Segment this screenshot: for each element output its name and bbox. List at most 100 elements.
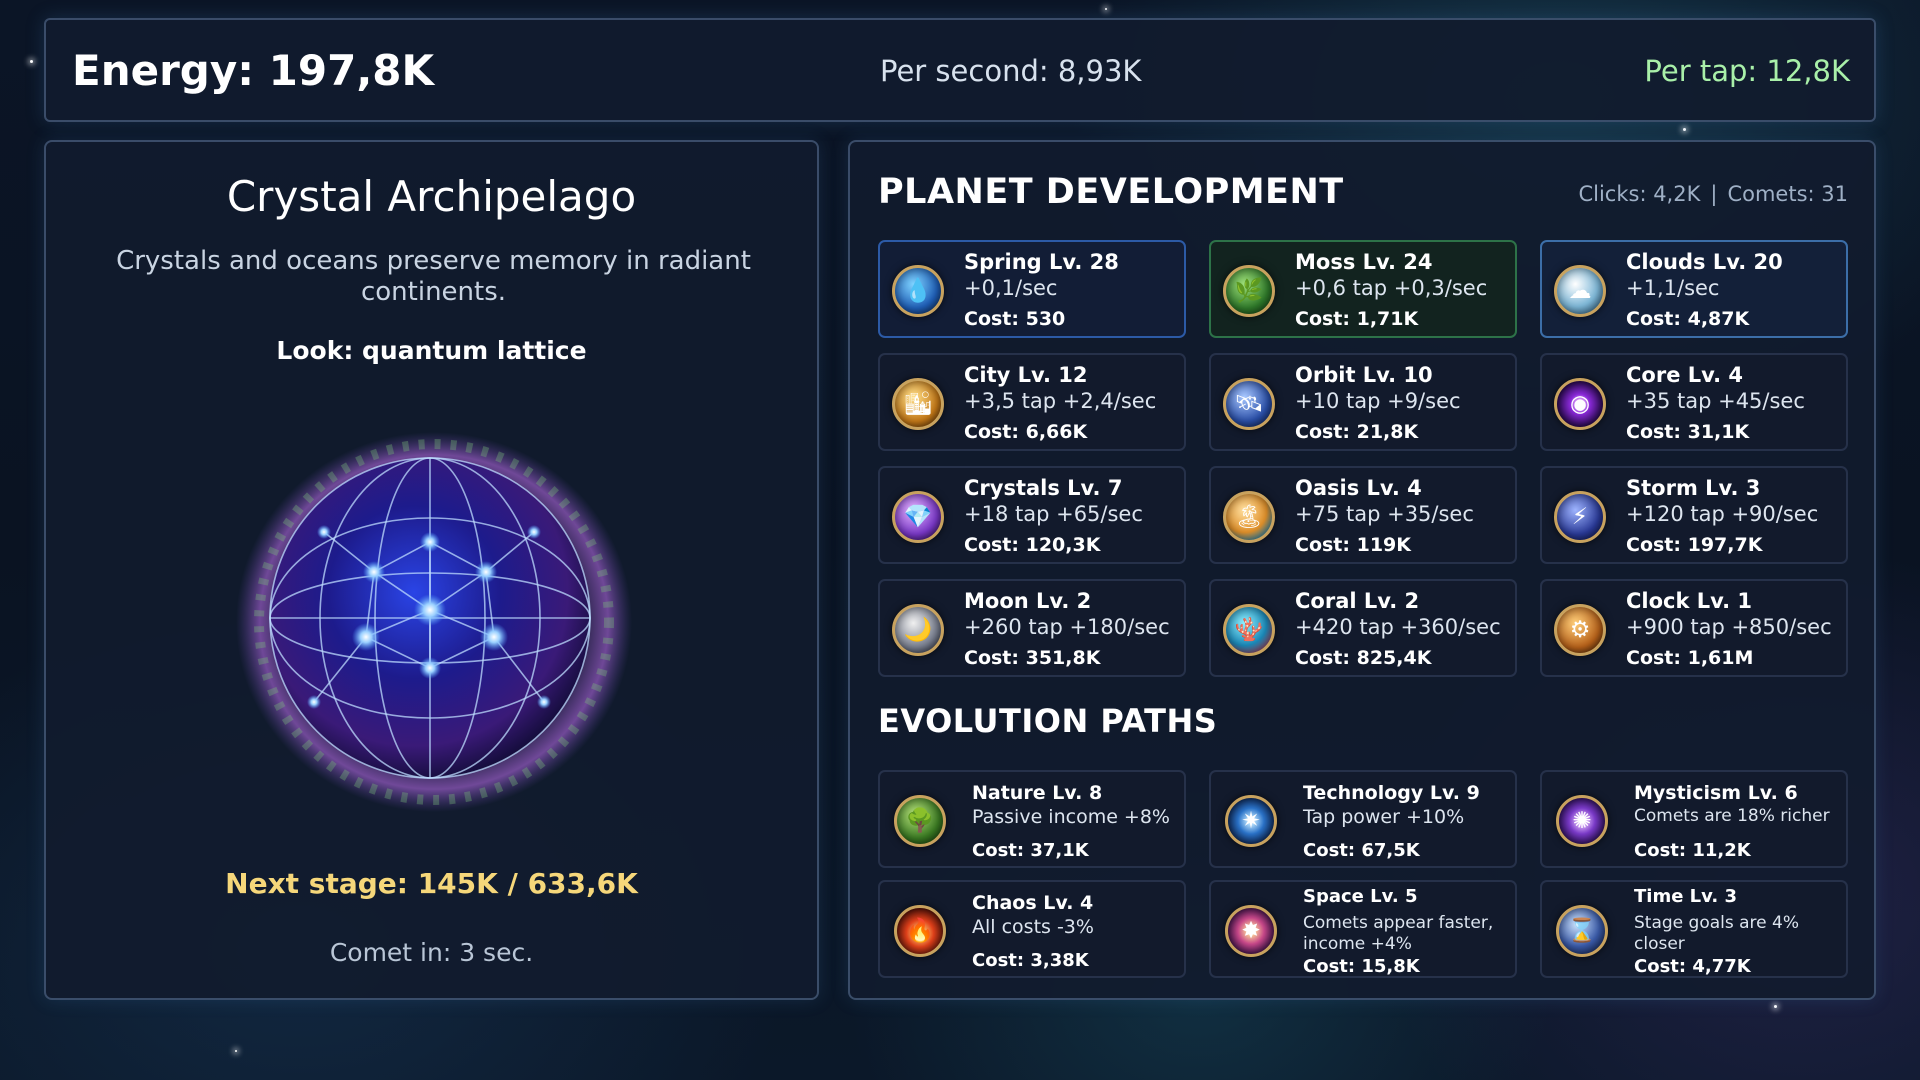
energy-counter: Energy: 197,8K — [72, 46, 435, 95]
upgrade-cost: Cost: 530 — [964, 308, 1066, 330]
upgrade-card-oasis[interactable]: 🏝 Oasis Lv. 4 +75 tap +35/sec Cost: 119K — [1209, 466, 1517, 564]
evolution-name: Chaos Lv. 4 — [972, 892, 1094, 914]
resource-bar: Energy: 197,8K Per second: 8,93K Per tap… — [44, 18, 1876, 122]
city-icon: 🏙 — [892, 378, 944, 430]
upgrade-cost: Cost: 6,66K — [964, 421, 1088, 443]
upgrade-name: Clouds Lv. 20 — [1626, 250, 1783, 274]
evolution-cost: Cost: 4,77K — [1634, 956, 1751, 977]
upgrade-effect: +0,1/sec — [964, 276, 1058, 300]
upgrade-effect: +18 tap +65/sec — [964, 502, 1143, 526]
evolution-name: Nature Lv. 8 — [972, 782, 1103, 804]
comet-timer: Comet in: 3 sec. — [329, 938, 534, 967]
evolution-cost: Cost: 15,8K — [1303, 956, 1420, 977]
evolution-cost: Cost: 3,38K — [972, 950, 1089, 971]
upgrade-cost: Cost: 825,4K — [1295, 647, 1432, 669]
upgrade-card-clouds[interactable]: ☁ Clouds Lv. 20 +1,1/sec Cost: 4,87K — [1540, 240, 1848, 338]
evolution-card-technology[interactable]: ✷ Technology Lv. 9 Tap power +10% Cost: … — [1209, 770, 1517, 868]
upgrade-cost: Cost: 351,8K — [964, 647, 1101, 669]
water-drop-icon: 💧 — [892, 265, 944, 317]
evolution-card-chaos[interactable]: 🔥 Chaos Lv. 4 All costs -3% Cost: 3,38K — [878, 880, 1186, 978]
clicks-count: Clicks: 4,2K — [1578, 182, 1701, 206]
clock-icon: ⚙ — [1554, 604, 1606, 656]
nature-icon: 🌳 — [894, 795, 946, 847]
comets-count: Comets: 31 — [1727, 182, 1848, 206]
upgrade-effect: +900 tap +850/sec — [1626, 615, 1832, 639]
core-icon: ◉ — [1554, 378, 1606, 430]
upgrade-cost: Cost: 4,87K — [1626, 308, 1750, 330]
evolution-cost: Cost: 37,1K — [972, 840, 1089, 861]
upgrade-name: Coral Lv. 2 — [1295, 589, 1420, 613]
upgrade-cost: Cost: 197,7K — [1626, 534, 1763, 556]
evolution-cost: Cost: 67,5K — [1303, 840, 1420, 861]
stats-separator: | — [1710, 182, 1718, 206]
upgrade-effect: +3,5 tap +2,4/sec — [964, 389, 1157, 413]
star-decoration — [235, 1050, 237, 1052]
evolution-card-space[interactable]: ✸ Space Lv. 5 Comets appear faster, inco… — [1209, 880, 1517, 978]
evolution-effect: Tap power +10% — [1303, 806, 1465, 828]
evolution-name: Space Lv. 5 — [1303, 886, 1418, 907]
oasis-icon: 🏝 — [1223, 491, 1275, 543]
upgrade-card-spring[interactable]: 💧 Spring Lv. 28 +0,1/sec Cost: 530 — [878, 240, 1186, 338]
per-tap-rate: Per tap: 12,8K — [1644, 54, 1850, 88]
upgrade-effect: +75 tap +35/sec — [1295, 502, 1474, 526]
upgrade-name: Spring Lv. 28 — [964, 250, 1119, 274]
evolution-effect: Passive income +8% — [972, 806, 1170, 828]
upgrade-card-clock[interactable]: ⚙ Clock Lv. 1 +900 tap +850/sec Cost: 1,… — [1540, 579, 1848, 677]
upgrade-name: Oasis Lv. 4 — [1295, 476, 1422, 500]
technology-icon: ✷ — [1225, 795, 1277, 847]
evolution-card-mysticism[interactable]: ✺ Mysticism Lv. 6 Comets are 18% richer … — [1540, 770, 1848, 868]
evolution-effect: Comets are 18% richer — [1634, 806, 1830, 826]
upgrade-effect: +0,6 tap +0,3/sec — [1295, 276, 1488, 300]
planet-tap-target[interactable] — [234, 422, 634, 822]
planet-description: Crystals and oceans preserve memory in r… — [116, 246, 751, 307]
evolution-card-time[interactable]: ⌛ Time Lv. 3 Stage goals are 4% closer C… — [1540, 880, 1848, 978]
time-icon: ⌛ — [1556, 905, 1608, 957]
upgrade-effect: +1,1/sec — [1626, 276, 1720, 300]
upgrade-name: Core Lv. 4 — [1626, 363, 1744, 387]
cloud-icon: ☁ — [1554, 265, 1606, 317]
upgrade-effect: +260 tap +180/sec — [964, 615, 1170, 639]
upgrade-cost: Cost: 120,3K — [964, 534, 1101, 556]
chaos-icon: 🔥 — [894, 905, 946, 957]
planet-development-heading: PLANET DEVELOPMENT — [878, 172, 1344, 212]
upgrade-effect: +120 tap +90/sec — [1626, 502, 1819, 526]
upgrade-card-city[interactable]: 🏙 City Lv. 12 +3,5 tap +2,4/sec Cost: 6,… — [878, 353, 1186, 451]
upgrade-cost: Cost: 31,1K — [1626, 421, 1750, 443]
development-panel: PLANET DEVELOPMENT Clicks: 4,2K | Comets: … — [848, 140, 1876, 1000]
upgrade-effect: +10 tap +9/sec — [1295, 389, 1461, 413]
next-stage-progress: Next stage: 145K / 633,6K — [225, 867, 638, 900]
coral-icon: 🪸 — [1223, 604, 1275, 656]
upgrade-name: Orbit Lv. 10 — [1295, 363, 1433, 387]
upgrade-cost: Cost: 1,71K — [1295, 308, 1419, 330]
upgrade-card-coral[interactable]: 🪸 Coral Lv. 2 +420 tap +360/sec Cost: 82… — [1209, 579, 1517, 677]
session-stats: Clicks: 4,2K | Comets: 31 — [1578, 182, 1848, 206]
upgrade-card-core[interactable]: ◉ Core Lv. 4 +35 tap +45/sec Cost: 31,1K — [1540, 353, 1848, 451]
storm-icon: ⚡ — [1554, 491, 1606, 543]
planet-look: Look: quantum lattice — [276, 336, 587, 365]
planet-name: Crystal Archipelago — [226, 172, 637, 221]
mysticism-icon: ✺ — [1556, 795, 1608, 847]
upgrade-card-orbit[interactable]: 🛰 Orbit Lv. 10 +10 tap +9/sec Cost: 21,8… — [1209, 353, 1517, 451]
leaf-icon: 🌿 — [1223, 265, 1275, 317]
evolution-card-nature[interactable]: 🌳 Nature Lv. 8 Passive income +8% Cost: … — [878, 770, 1186, 868]
upgrade-card-moon[interactable]: 🌙 Moon Lv. 2 +260 tap +180/sec Cost: 351… — [878, 579, 1186, 677]
evolution-paths-heading: EVOLUTION PATHS — [878, 702, 1218, 740]
upgrade-card-crystals[interactable]: 💎 Crystals Lv. 7 +18 tap +65/sec Cost: 1… — [878, 466, 1186, 564]
upgrade-name: Moon Lv. 2 — [964, 589, 1092, 613]
planet-panel: Crystal Archipelago Crystals and oceans … — [44, 140, 819, 1000]
upgrade-name: Clock Lv. 1 — [1626, 589, 1753, 613]
star-decoration — [1774, 1005, 1777, 1008]
star-decoration — [1683, 128, 1686, 131]
evolution-name: Technology Lv. 9 — [1303, 782, 1480, 804]
upgrade-name: Crystals Lv. 7 — [964, 476, 1123, 500]
upgrade-card-storm[interactable]: ⚡ Storm Lv. 3 +120 tap +90/sec Cost: 197… — [1540, 466, 1848, 564]
evolution-effect: Comets appear faster, income +4% — [1303, 913, 1494, 954]
crystal-icon: 💎 — [892, 491, 944, 543]
upgrade-card-moss[interactable]: 🌿 Moss Lv. 24 +0,6 tap +0,3/sec Cost: 1,… — [1209, 240, 1517, 338]
moon-icon: 🌙 — [892, 604, 944, 656]
satellite-icon: 🛰 — [1223, 378, 1275, 430]
upgrade-cost: Cost: 119K — [1295, 534, 1411, 556]
upgrade-name: Storm Lv. 3 — [1626, 476, 1761, 500]
evolution-name: Mysticism Lv. 6 — [1634, 782, 1798, 804]
per-second-rate: Per second: 8,93K — [880, 54, 1142, 88]
